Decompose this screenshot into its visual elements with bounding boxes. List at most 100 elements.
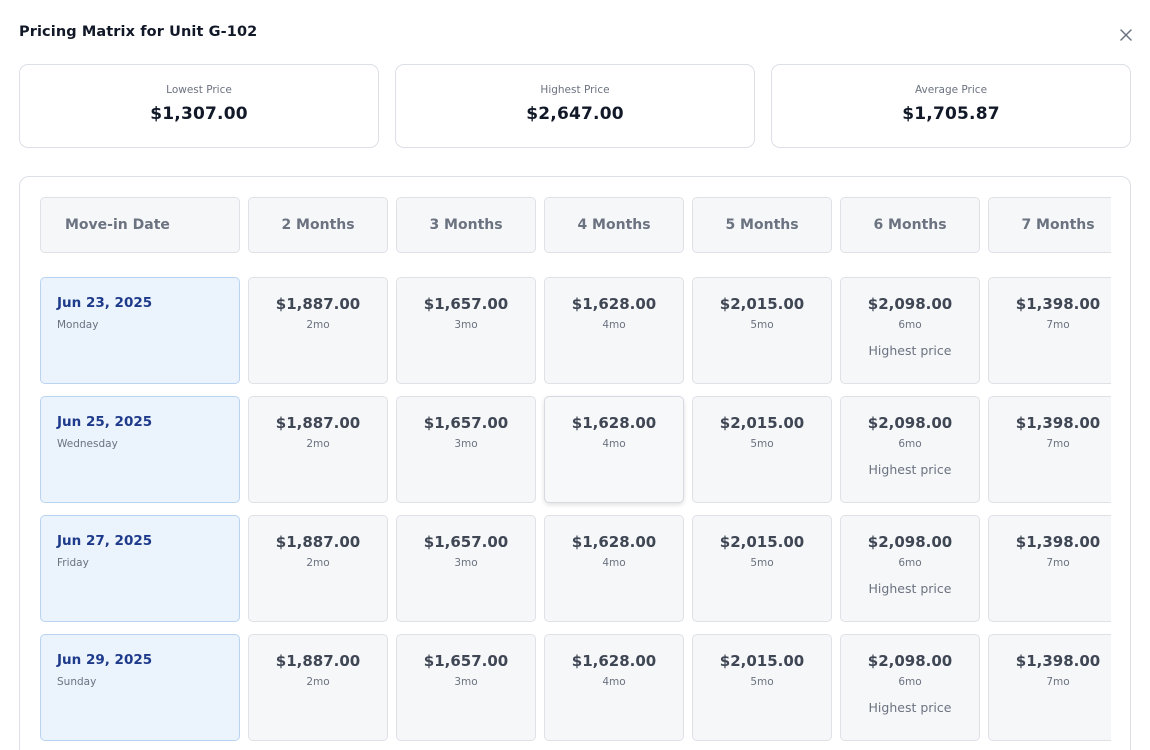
price-cell[interactable]: $1,887.00 2mo (248, 634, 388, 741)
move-in-date: Jun 25, 2025 (57, 414, 153, 430)
price-cell[interactable]: $1,887.00 2mo (248, 515, 388, 622)
price-value: $2,015.00 (719, 652, 805, 670)
price-value: $1,628.00 (571, 533, 657, 551)
price-value: $1,398.00 (1015, 533, 1101, 551)
term-label: 3mo (454, 319, 478, 331)
term-label: 4mo (602, 319, 626, 331)
term-label: 3mo (454, 676, 478, 688)
header-term: 2 Months (248, 197, 388, 253)
stat-value: $1,307.00 (150, 104, 248, 124)
price-value: $1,887.00 (275, 295, 361, 313)
price-cell[interactable]: $1,657.00 3mo (396, 396, 536, 503)
modal-title: Pricing Matrix for Unit G-102 (19, 24, 258, 40)
price-cell[interactable]: $1,628.00 4mo (544, 634, 684, 741)
move-in-date-cell: Jun 27, 2025 Friday (40, 515, 240, 622)
price-cell[interactable]: $1,657.00 3mo (396, 277, 536, 384)
price-cell[interactable]: $1,657.00 3mo (396, 515, 536, 622)
stat-value: $1,705.87 (902, 104, 1000, 124)
price-cell[interactable]: $2,098.00 6mo Highest price (840, 277, 980, 384)
price-cell[interactable]: $1,887.00 2mo (248, 277, 388, 384)
average-price-card: Average Price $1,705.87 (771, 64, 1131, 148)
price-value: $1,628.00 (571, 295, 657, 313)
term-label: 6mo (898, 676, 922, 688)
term-label: 4mo (602, 676, 626, 688)
header-term: 5 Months (692, 197, 832, 253)
price-value: $1,887.00 (275, 652, 361, 670)
move-in-weekday: Wednesday (57, 438, 118, 450)
price-cell[interactable]: $2,015.00 5mo (692, 396, 832, 503)
term-label: 6mo (898, 319, 922, 331)
term-label: 7mo (1046, 557, 1070, 569)
term-label: 4mo (602, 557, 626, 569)
price-cell[interactable]: $1,398.00 7mo (988, 515, 1111, 622)
price-cell[interactable]: $2,098.00 6mo Highest price (840, 396, 980, 503)
price-value: $1,628.00 (571, 414, 657, 432)
price-cell[interactable]: $2,098.00 6mo Highest price (840, 515, 980, 622)
price-value: $2,015.00 (719, 295, 805, 313)
lowest-price-card: Lowest Price $1,307.00 (19, 64, 379, 148)
price-cell[interactable]: $1,657.00 3mo (396, 634, 536, 741)
price-value: $2,098.00 (867, 414, 953, 432)
price-value: $2,015.00 (719, 533, 805, 551)
header-term: 3 Months (396, 197, 536, 253)
price-cell[interactable]: $1,887.00 2mo (248, 396, 388, 503)
term-label: 2mo (306, 438, 330, 450)
price-value: $1,657.00 (423, 295, 509, 313)
price-cell[interactable]: $1,628.00 4mo (544, 277, 684, 384)
price-cell[interactable]: $1,628.00 4mo (544, 396, 684, 503)
term-label: 4mo (602, 438, 626, 450)
stat-label: Lowest Price (166, 84, 232, 96)
term-label: 7mo (1046, 438, 1070, 450)
pricing-matrix: Move-in Date 2 Months 3 Months 4 Months 5 Mo… (19, 176, 1131, 750)
price-cell[interactable]: $1,398.00 7mo (988, 634, 1111, 741)
price-value: $2,098.00 (867, 652, 953, 670)
move-in-date-cell: Jun 29, 2025 Sunday (40, 634, 240, 741)
term-label: 3mo (454, 557, 478, 569)
term-label: 2mo (306, 319, 330, 331)
move-in-date: Jun 23, 2025 (57, 295, 153, 311)
term-label: 5mo (750, 438, 774, 450)
header-move-in-date: Move-in Date (40, 197, 240, 253)
term-label: 6mo (898, 438, 922, 450)
move-in-date-cell: Jun 25, 2025 Wednesday (40, 396, 240, 503)
price-value: $2,098.00 (867, 533, 953, 551)
price-value: $1,398.00 (1015, 295, 1101, 313)
stat-label: Highest Price (540, 84, 610, 96)
move-in-weekday: Sunday (57, 676, 97, 688)
price-value: $1,398.00 (1015, 652, 1101, 670)
highest-price-card: Highest Price $2,647.00 (395, 64, 755, 148)
price-cell[interactable]: $2,015.00 5mo (692, 277, 832, 384)
term-label: 5mo (750, 557, 774, 569)
price-value: $1,887.00 (275, 414, 361, 432)
highest-price-note: Highest price (868, 581, 952, 596)
price-cell[interactable]: $2,098.00 6mo Highest price (840, 634, 980, 741)
price-cell[interactable]: $2,015.00 5mo (692, 634, 832, 741)
price-value: $1,887.00 (275, 533, 361, 551)
term-label: 5mo (750, 676, 774, 688)
pricing-matrix-modal: Pricing Matrix for Unit G-102 Lowest Pri… (0, 0, 1150, 750)
price-cell[interactable]: $1,628.00 4mo (544, 515, 684, 622)
close-button[interactable] (1115, 24, 1137, 46)
term-label: 7mo (1046, 319, 1070, 331)
price-value: $1,657.00 (423, 533, 509, 551)
price-value: $2,098.00 (867, 295, 953, 313)
stat-value: $2,647.00 (526, 104, 624, 124)
price-value: $1,628.00 (571, 652, 657, 670)
stat-label: Average Price (914, 84, 988, 96)
move-in-weekday: Monday (57, 319, 99, 331)
price-cell[interactable]: $1,398.00 7mo (988, 396, 1111, 503)
highest-price-note: Highest price (868, 343, 952, 358)
term-label: 2mo (306, 676, 330, 688)
price-cell[interactable]: $2,015.00 5mo (692, 515, 832, 622)
price-value: $1,398.00 (1015, 414, 1101, 432)
price-cell[interactable]: $1,398.00 7mo (988, 277, 1111, 384)
close-icon (1120, 29, 1132, 41)
move-in-weekday: Friday (57, 557, 89, 569)
term-label: 6mo (898, 557, 922, 569)
header-term: 4 Months (544, 197, 684, 253)
matrix-grid[interactable]: Move-in Date 2 Months 3 Months 4 Months 5 Mo… (40, 197, 1111, 750)
term-label: 5mo (750, 319, 774, 331)
price-value: $1,657.00 (423, 414, 509, 432)
term-label: 3mo (454, 438, 478, 450)
term-label: 2mo (306, 557, 330, 569)
